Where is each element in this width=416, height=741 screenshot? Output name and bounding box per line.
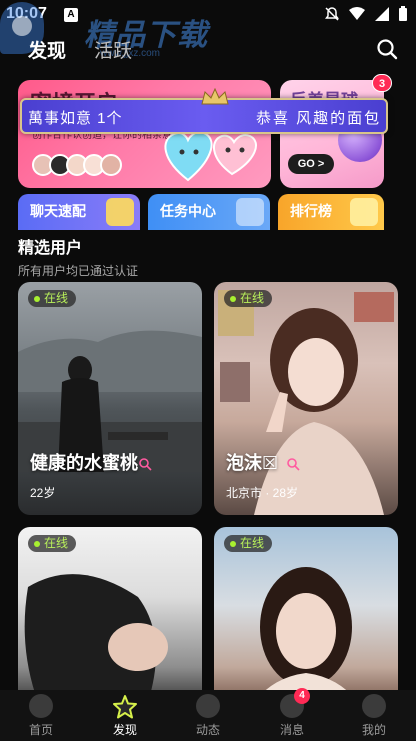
feature-label: 聊天速配 — [30, 203, 86, 219]
nav-label: 消息 — [279, 723, 304, 737]
section-subtitle: 所有用户均已通过认证 — [18, 264, 139, 278]
user-photo — [218, 290, 394, 515]
nav-discover[interactable]: 发现 — [95, 694, 155, 738]
search-icon[interactable] — [376, 38, 398, 60]
signal-icon — [375, 7, 389, 21]
user-name: 泡沫☒ — [226, 453, 279, 473]
broadcast-notice[interactable]: 萬事如意 1个 恭喜 风趣的面包 — [20, 88, 388, 134]
feature-chat-match[interactable]: 聊天速配 — [18, 194, 140, 230]
nav-profile[interactable]: 我的 — [344, 694, 404, 738]
female-icon — [139, 458, 152, 471]
bottom-nav: 首页 发现 动态 4 消息 我的 — [0, 688, 416, 741]
status-bar: 10:07 A — [0, 0, 416, 30]
message-icon: 4 — [280, 688, 310, 718]
nav-label: 我的 — [361, 723, 386, 737]
feature-label: 任务中心 — [160, 203, 216, 219]
top-tabs: 发现 活跃 — [28, 36, 132, 63]
female-icon — [287, 458, 300, 471]
crown-icon — [201, 88, 229, 105]
section-title: 精选用户 — [18, 240, 83, 257]
profile-icon — [362, 694, 386, 718]
tab-discover[interactable]: 发现 — [28, 36, 66, 63]
user-photo — [18, 330, 202, 472]
online-badge: 在线 — [224, 290, 273, 307]
user-card[interactable]: 在线 泡沫☒ 北京市 · 28岁 — [214, 282, 398, 515]
gift-icon — [106, 198, 134, 226]
task-icon — [236, 198, 264, 226]
avatar — [100, 154, 122, 176]
user-card[interactable]: 在线 健康的水蜜桃 22岁 — [18, 282, 202, 515]
home-icon — [29, 694, 53, 718]
battery-icon — [399, 6, 407, 21]
banner-badge: 3 — [372, 74, 392, 92]
nav-messages[interactable]: 4 消息 — [262, 688, 322, 738]
nav-label: 发现 — [112, 723, 137, 737]
status-time: 10:07 — [6, 5, 47, 22]
user-card[interactable]: 在线 — [18, 527, 202, 702]
tab-active[interactable]: 活跃 — [94, 36, 132, 63]
mute-icon — [325, 7, 339, 21]
feed-icon — [196, 694, 220, 718]
user-meta: 北京市 · 28岁 — [226, 486, 299, 500]
banner-main[interactable]: 密境开启 创作合作认创造，让你的相亲意 — [18, 80, 271, 188]
notice-right-text: 恭喜 风趣的面包 — [256, 110, 382, 127]
feature-leaderboard[interactable]: 排行榜 — [278, 194, 384, 230]
trophy-icon — [350, 198, 378, 226]
nav-feed[interactable]: 动态 — [178, 694, 238, 738]
nav-label: 动态 — [195, 723, 220, 737]
go-button[interactable]: GO > — [288, 154, 334, 174]
nav-label: 首页 — [28, 723, 53, 737]
user-card[interactable]: 在线 — [214, 527, 398, 702]
avatar-row — [32, 154, 122, 176]
banner-right[interactable]: 反差星球 GO > — [280, 80, 384, 188]
user-photo — [254, 567, 358, 702]
user-meta: 22岁 — [30, 486, 56, 500]
online-badge: 在线 — [28, 290, 77, 307]
feature-label: 排行榜 — [290, 203, 332, 219]
app-notification-icon: A — [64, 8, 78, 22]
feature-task-center[interactable]: 任务中心 — [148, 194, 270, 230]
nav-home[interactable]: 首页 — [11, 694, 71, 738]
notice-left-text: 萬事如意 1个 — [28, 110, 123, 127]
online-badge: 在线 — [224, 535, 273, 552]
user-photo — [24, 574, 168, 702]
status-icons — [324, 6, 408, 22]
star-icon — [113, 695, 137, 719]
message-badge: 4 — [294, 688, 310, 704]
user-name: 健康的水蜜桃 — [30, 453, 138, 473]
wifi-icon — [349, 7, 365, 20]
online-badge: 在线 — [28, 535, 77, 552]
